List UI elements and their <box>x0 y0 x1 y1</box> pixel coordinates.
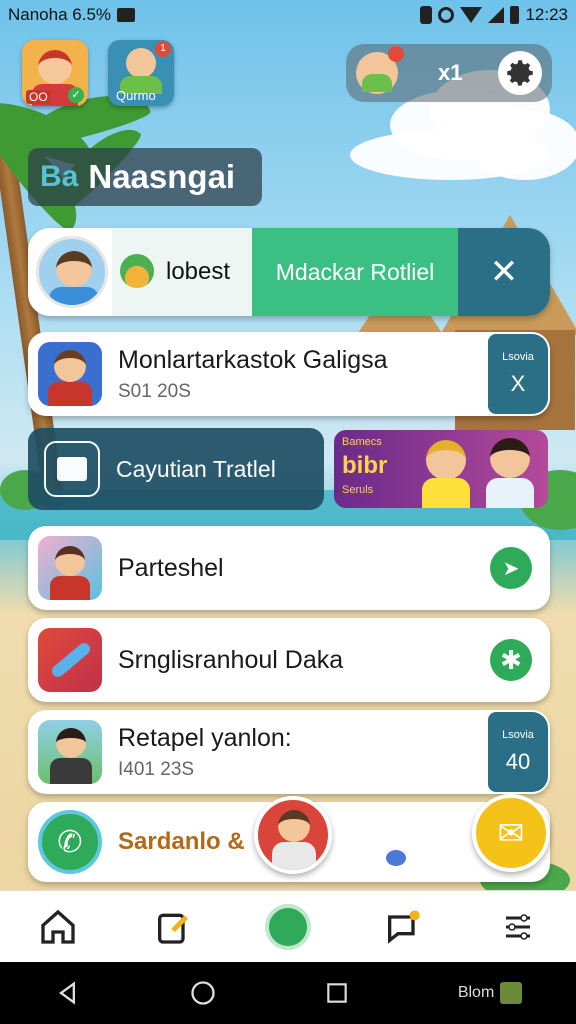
status-text: Nanoha 6.5% <box>8 5 112 24</box>
friend-avatar-icon[interactable] <box>356 46 404 94</box>
globe-icon <box>264 903 311 950</box>
item-subtitle: S01 20S <box>118 380 191 402</box>
chat-icon <box>388 909 420 944</box>
sliders-icon <box>506 913 531 940</box>
send-icon: ➤ <box>502 557 520 580</box>
menu-nav-button[interactable] <box>490 899 546 955</box>
app-mini-icon[interactable] <box>500 982 523 1004</box>
item-title: Retapel yanlon: <box>118 723 292 752</box>
battery-icon <box>510 6 520 24</box>
app-label: Qurmo <box>116 88 156 103</box>
edit-nav-button[interactable] <box>145 899 201 955</box>
item-thumbnail <box>38 628 102 692</box>
featured-green-button[interactable]: Mdackar Rotliel <box>252 228 458 316</box>
featured-label: lobest <box>166 258 231 285</box>
item-subtitle: I401 23S <box>118 758 195 780</box>
top-right-pill: x1 <box>346 44 552 102</box>
multiplier-text: x1 <box>438 60 463 85</box>
alarm-icon <box>438 7 455 23</box>
recents-icon[interactable] <box>324 980 350 1006</box>
banner-title: Cayutian Tratlel <box>116 455 276 482</box>
close-button[interactable]: ✕ <box>458 228 550 316</box>
add-button[interactable]: ✱ <box>490 639 532 681</box>
character-icon <box>426 440 466 480</box>
home-circle-icon[interactable] <box>189 979 217 1007</box>
mail-icon: ✉ <box>497 815 525 851</box>
status-time: 12:23 <box>525 5 568 24</box>
center-nav-button[interactable] <box>260 899 316 955</box>
app-label: OO <box>26 90 51 104</box>
badge-value: X <box>510 371 526 396</box>
box-icon <box>44 441 100 497</box>
profile-app-icon[interactable]: OO ✓ <box>22 40 88 106</box>
bottom-nav <box>0 890 576 962</box>
dark-banner[interactable]: Cayutian Tratlel <box>28 428 324 510</box>
character-icon <box>490 438 530 478</box>
phone-icon: ✆ <box>57 825 83 859</box>
list-item[interactable]: Monlartarkastok Galigsa S01 20S Lsovia X <box>28 332 550 416</box>
avatar-icon <box>278 810 310 842</box>
item-thumbnail <box>38 536 102 600</box>
section-header: Ba Naasngai <box>28 148 262 206</box>
badge-label: Lsovia <box>502 729 534 741</box>
person-icon <box>126 48 156 78</box>
featured-bar[interactable]: lobest Mdackar Rotliel ✕ <box>28 228 550 316</box>
section-title: Naasngai <box>88 158 236 195</box>
item-badge[interactable]: Lsovia X <box>488 334 548 414</box>
leaf-logo-icon <box>120 254 154 288</box>
item-title: Monlartarkastok Galigsa <box>118 345 388 374</box>
system-nav-bar: Blom <box>0 962 576 1024</box>
vibrate-icon <box>420 6 433 24</box>
check-badge-icon: ✓ <box>68 87 84 103</box>
signal-icon <box>488 7 505 23</box>
notification-badge: 1 <box>155 41 171 57</box>
asterisk-icon: ✱ <box>500 644 522 675</box>
image-icon <box>117 8 136 22</box>
section-prefix-icon: Ba <box>40 160 79 193</box>
promo-sub: Seruls <box>342 484 374 496</box>
home-nav-button[interactable] <box>30 899 86 955</box>
promo-tile[interactable]: Bamecs bibr Seruls <box>334 430 548 508</box>
badge-value: 40 <box>505 749 531 774</box>
list-item[interactable]: Parteshel ➤ <box>28 526 550 610</box>
status-bar: Nanoha 6.5% 12:23 <box>0 0 576 30</box>
item-thumbnail <box>38 342 102 406</box>
sparkle-icon <box>386 850 406 866</box>
center-avatar-button[interactable] <box>254 796 332 874</box>
phone-button[interactable]: ✆ <box>38 810 102 874</box>
list-item[interactable]: Retapel yanlon: I401 23S Lsovia 40 <box>28 710 550 794</box>
item-badge[interactable]: Lsovia 40 <box>488 712 548 792</box>
promo-main: bibr <box>342 452 388 479</box>
back-icon[interactable] <box>54 979 82 1007</box>
featured-green-label: Mdackar Rotliel <box>275 258 435 285</box>
home-icon <box>40 909 75 944</box>
featured-avatar <box>36 236 108 308</box>
wifi-icon <box>460 7 483 23</box>
send-button[interactable]: ➤ <box>490 547 532 589</box>
item-title: Srnglisranhoul Daka <box>118 645 344 674</box>
pencil-icon <box>49 640 93 680</box>
item-title: Parteshel <box>118 553 224 582</box>
promo-top: Bamecs <box>342 436 382 448</box>
edit-icon <box>157 913 188 944</box>
close-icon: ✕ <box>489 253 519 291</box>
bottom-card-title: Sardanlo & <box>118 828 245 855</box>
avatar-face-icon <box>38 50 72 84</box>
chat-nav-button[interactable] <box>375 899 431 955</box>
chat-app-icon[interactable]: 1 Qurmo <box>108 40 174 106</box>
gear-icon[interactable] <box>498 51 542 95</box>
item-thumbnail <box>38 720 102 784</box>
system-label: Blom <box>457 984 495 1001</box>
badge-label: Lsovia <box>502 351 534 363</box>
list-item[interactable]: Srnglisranhoul Daka ✱ <box>28 618 550 702</box>
mail-button[interactable]: ✉ <box>472 794 550 872</box>
